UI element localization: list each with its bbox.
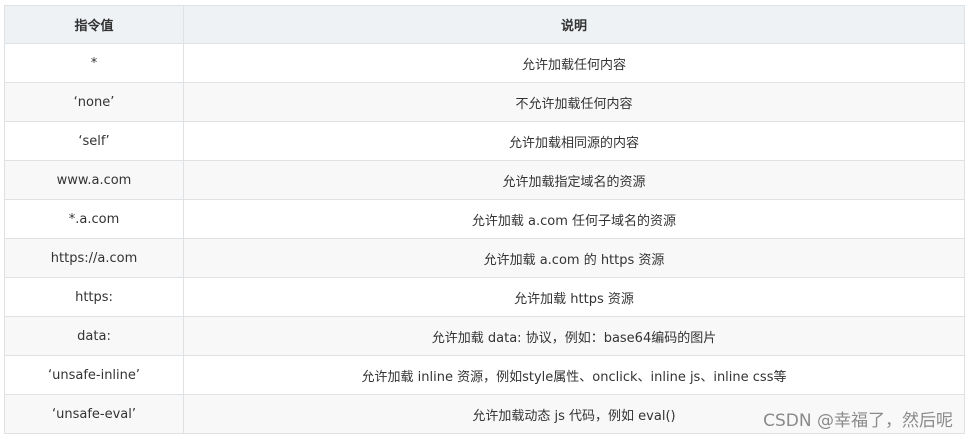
directive-value-cell: ‘none’ (4, 82, 184, 122)
table-row: * 允许加载任何内容 (4, 43, 965, 83)
table-row: *.a.com 允许加载 a.com 任何子域名的资源 (4, 199, 965, 239)
column-header-description: 说明 (183, 5, 965, 44)
description-cell: 允许加载 inline 资源，例如style属性、onclick、inline … (183, 355, 965, 395)
table-row: https://a.com 允许加载 a.com 的 https 资源 (4, 238, 965, 278)
table-row: https: 允许加载 https 资源 (4, 277, 965, 317)
directive-value-cell: ‘self’ (4, 121, 184, 161)
directive-value-cell: https://a.com (4, 238, 184, 278)
table-row: data: 允许加载 data: 协议，例如：base64编码的图片 (4, 316, 965, 356)
table-row: ‘none’ 不允许加载任何内容 (4, 82, 965, 122)
description-cell: 允许加载 a.com 的 https 资源 (183, 238, 965, 278)
directive-value-cell: * (4, 43, 184, 83)
directive-value-cell: ‘unsafe-inline’ (4, 355, 184, 395)
directive-value-cell: *.a.com (4, 199, 184, 239)
description-cell: 允许加载 a.com 任何子域名的资源 (183, 199, 965, 239)
directive-value-cell: ‘unsafe-eval’ (4, 394, 184, 434)
csp-directive-table: 指令值 说明 * 允许加载任何内容 ‘none’ 不允许加载任何内容 ‘self… (4, 5, 965, 434)
directive-value-cell: https: (4, 277, 184, 317)
description-cell: 允许加载 https 资源 (183, 277, 965, 317)
table-row: ‘unsafe-inline’ 允许加载 inline 资源，例如style属性… (4, 355, 965, 395)
directive-value-cell: www.a.com (4, 160, 184, 200)
column-header-directive-value: 指令值 (4, 5, 184, 44)
description-cell: 允许加载相同源的内容 (183, 121, 965, 161)
table-body: * 允许加载任何内容 ‘none’ 不允许加载任何内容 ‘self’ 允许加载相… (4, 43, 965, 434)
description-cell: 不允许加载任何内容 (183, 82, 965, 122)
table-row: ‘self’ 允许加载相同源的内容 (4, 121, 965, 161)
table-row: www.a.com 允许加载指定域名的资源 (4, 160, 965, 200)
csdn-watermark: CSDN @幸福了，然后呢 (763, 411, 953, 431)
table-header: 指令值 说明 (4, 5, 965, 44)
csp-directive-table-wrapper: 指令值 说明 * 允许加载任何内容 ‘none’ 不允许加载任何内容 ‘self… (4, 5, 965, 434)
header-row: 指令值 说明 (4, 5, 965, 44)
description-cell: 允许加载 data: 协议，例如：base64编码的图片 (183, 316, 965, 356)
description-cell: 允许加载任何内容 (183, 43, 965, 83)
description-cell: 允许加载指定域名的资源 (183, 160, 965, 200)
directive-value-cell: data: (4, 316, 184, 356)
